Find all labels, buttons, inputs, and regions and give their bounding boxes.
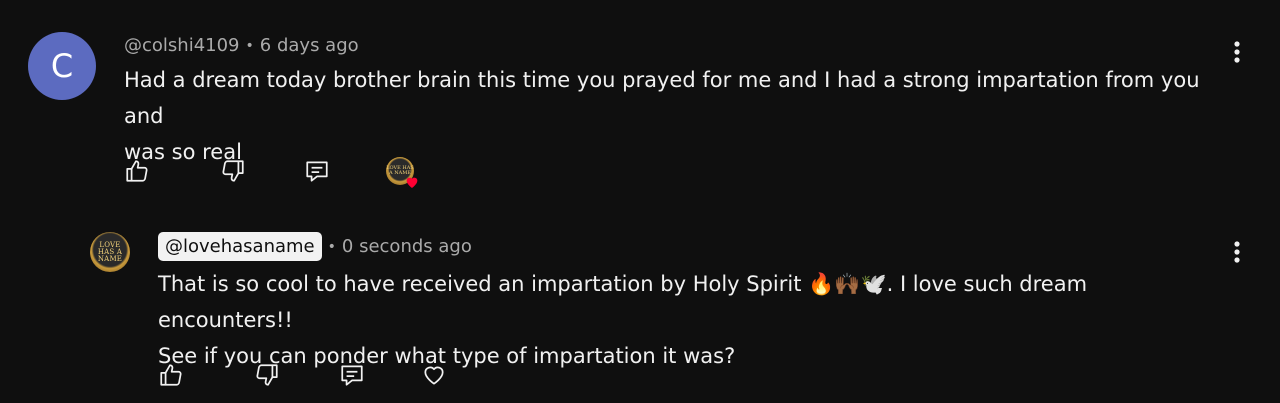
reply-more-button[interactable]	[1227, 237, 1247, 267]
avatar-letter: C	[50, 47, 74, 85]
comment-meta: @colshi4109 • 6 days ago	[124, 35, 359, 56]
reply-icon	[306, 161, 328, 182]
comment-more-button[interactable]	[1227, 37, 1247, 67]
reply-dislike-button[interactable]	[252, 360, 282, 390]
reply-author-handle-chip[interactable]: @lovehasaname	[158, 232, 322, 261]
comment-author-handle[interactable]: @colshi4109	[124, 35, 240, 56]
reply-text-line: That is so cool to have received an impa…	[158, 272, 1088, 332]
comments-section: C @colshi4109 • 6 days ago Had a dream t…	[0, 0, 1280, 403]
like-icon	[160, 364, 182, 386]
reply-meta: @lovehasaname • 0 seconds ago	[158, 232, 472, 261]
like-icon	[126, 160, 148, 182]
meta-separator: •	[245, 37, 254, 54]
comment-like-button[interactable]	[122, 156, 152, 186]
comment-text: Had a dream today brother brain this tim…	[124, 62, 1244, 170]
comment-timestamp[interactable]: 6 days ago	[260, 35, 359, 56]
heart-icon	[424, 366, 444, 385]
comment-text-line: was so real	[124, 140, 242, 164]
reply-like-button[interactable]	[156, 360, 186, 390]
dislike-icon	[256, 364, 278, 386]
comment-reply-button[interactable]	[302, 156, 332, 186]
channel-logo: LOVE HAS A NAME	[97, 240, 123, 263]
reply-author-avatar[interactable]: LOVE HAS A NAME	[90, 232, 130, 272]
reply-icon	[341, 365, 363, 386]
more-vertical-icon	[1234, 241, 1240, 263]
commenter-avatar[interactable]: C	[28, 32, 96, 100]
red-heart-icon	[406, 177, 418, 188]
reply-timestamp[interactable]: 0 seconds ago	[342, 236, 472, 257]
reply-reply-button[interactable]	[337, 360, 367, 390]
reply-text-line: See if you can ponder what type of impar…	[158, 344, 736, 368]
meta-separator: •	[327, 238, 336, 255]
reply-heart-button[interactable]	[419, 360, 449, 390]
reply-text: That is so cool to have received an impa…	[158, 266, 1228, 374]
dislike-icon	[222, 160, 244, 182]
comment-dislike-button[interactable]	[218, 156, 248, 186]
comment-text-line: Had a dream today brother brain this tim…	[124, 68, 1200, 128]
creator-heart-badge: LOVE HAS A NAME	[386, 157, 418, 188]
more-vertical-icon	[1234, 41, 1240, 63]
